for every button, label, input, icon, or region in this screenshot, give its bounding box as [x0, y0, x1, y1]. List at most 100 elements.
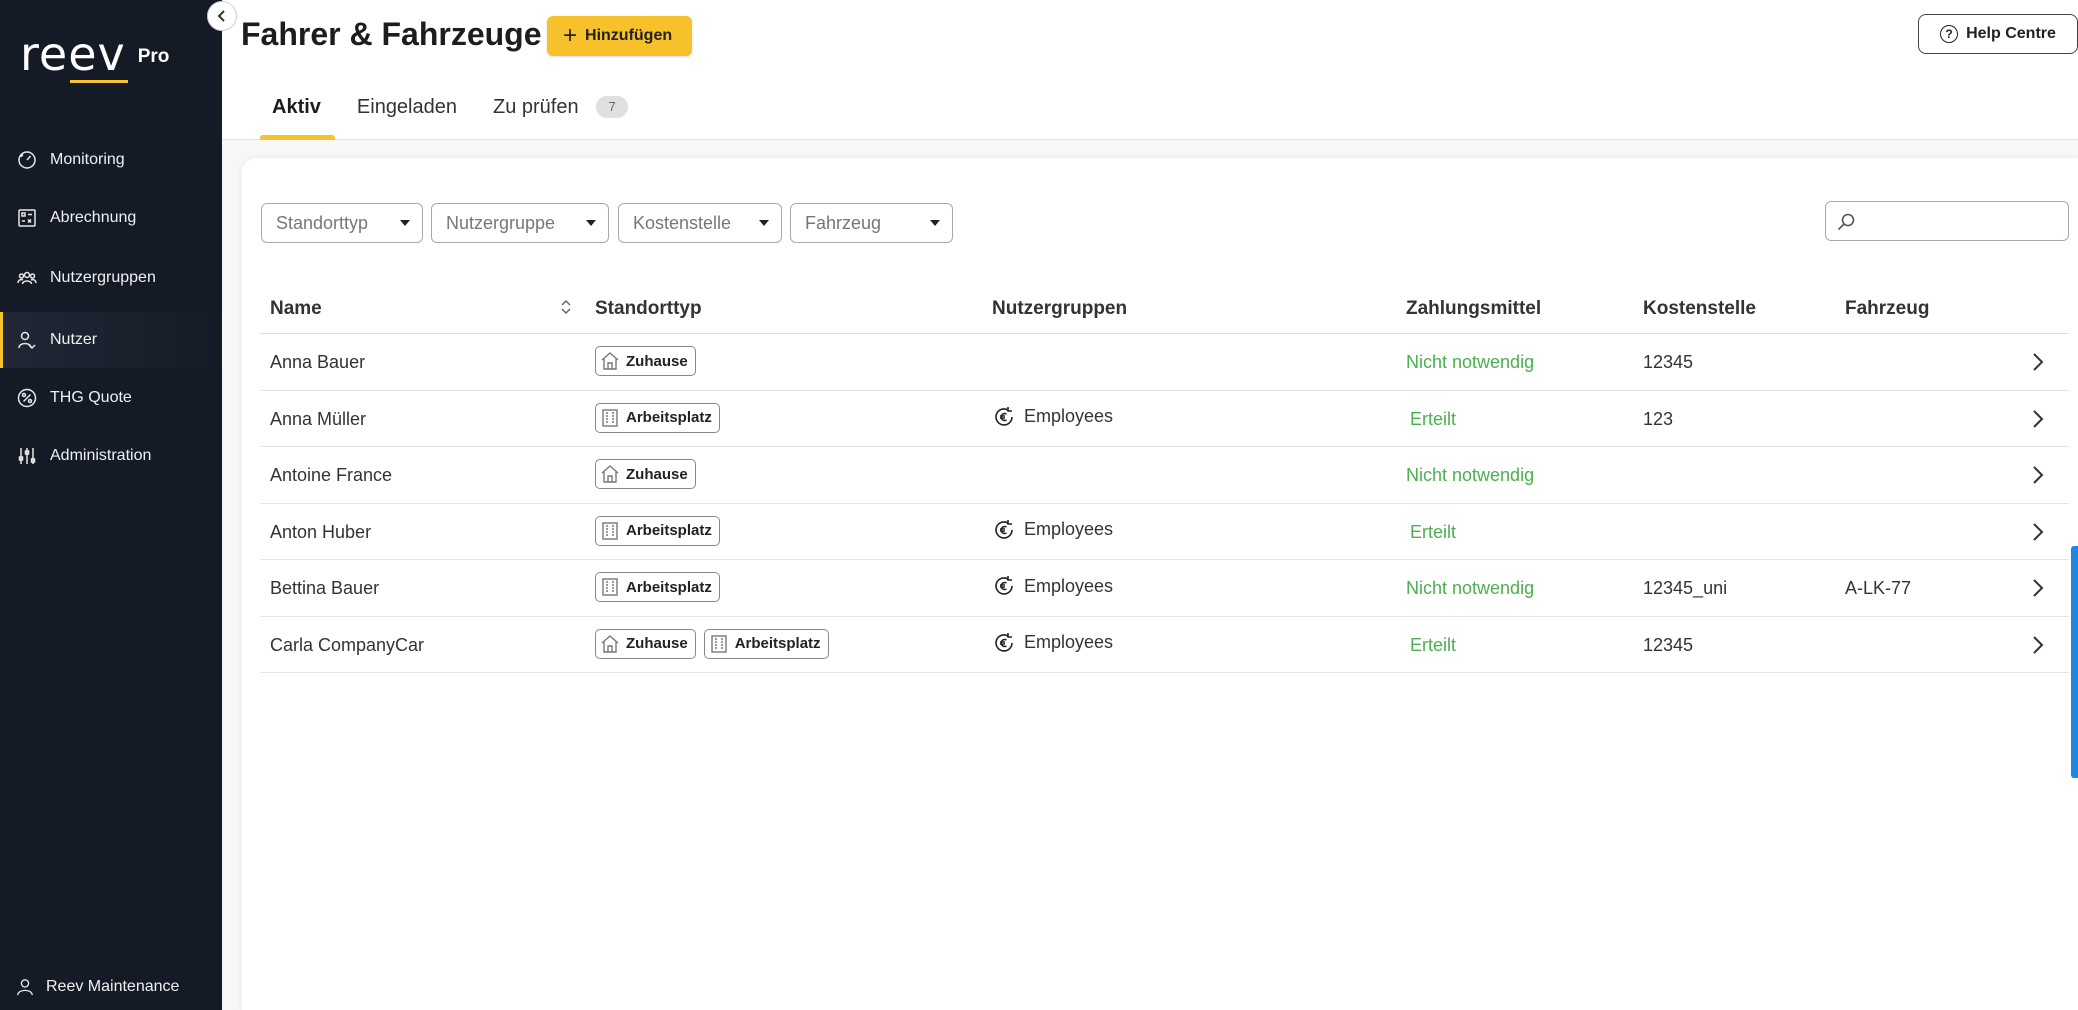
collapse-sidebar-button[interactable] [207, 1, 237, 31]
page-title: Fahrer & Fahrzeuge [241, 16, 542, 52]
user-groups-icon [16, 267, 38, 289]
sidebar-item-abrechnung[interactable]: Abrechnung [0, 190, 222, 246]
building-icon [602, 578, 618, 596]
home-icon [601, 352, 619, 370]
tab-zu-pruefen[interactable]: Zu prüfen 7 [493, 96, 629, 140]
group-label: Employees [1024, 575, 1114, 596]
user-group: Employees [992, 631, 1113, 655]
cell-cost-center: 12345 [1643, 352, 1694, 372]
cell-payment: Erteilt [1410, 634, 1457, 655]
sidebar-item-nutzer[interactable]: Nutzer [0, 312, 222, 368]
sidebar-item-thg-quote[interactable]: THG Quote [0, 370, 222, 426]
column-header-zahlungsmittel: Zahlungsmittel [1406, 298, 1542, 319]
chevron-left-icon [217, 10, 225, 22]
user-group: Employees [992, 518, 1113, 542]
location-chip: Arbeitsplatz [595, 572, 720, 602]
sidebar: reev Pro Monitoring Abrechnung Nutzergru… [0, 0, 222, 1010]
percent-icon [16, 387, 38, 409]
users-card: Standorttyp Nutzergruppe Kostenstelle Fa… [242, 158, 2078, 1010]
building-icon [602, 408, 618, 427]
chevron-right-icon[interactable] [2031, 578, 2045, 598]
euro-cycle-icon [995, 519, 1013, 539]
tab-label: Aktiv [272, 96, 321, 118]
location-chip: Zuhause [595, 459, 696, 489]
filter-label: Kostenstelle [633, 212, 732, 233]
tab-aktiv[interactable]: Aktiv [260, 96, 335, 140]
sidebar-item-nutzergruppen[interactable]: Nutzergruppen [0, 250, 222, 306]
count-badge: 7 [596, 96, 629, 118]
sidebar-item-administration[interactable]: Administration [0, 428, 222, 484]
location-chips: Zuhause [595, 346, 704, 376]
sidebar-item-label: Abrechnung [50, 209, 137, 226]
chip-label: Arbeitsplatz [626, 409, 712, 426]
scroll-indicator[interactable] [2071, 546, 2078, 778]
question-icon: ? [1940, 25, 1959, 43]
user-icon [16, 329, 38, 351]
chevron-right-icon[interactable] [2031, 465, 2045, 485]
users-table: Name Standorttyp Nutzergruppen Zahlungsm… [260, 284, 2069, 673]
billing-icon [16, 207, 38, 229]
user-group: Employees [992, 405, 1113, 429]
table-row[interactable]: Anna Bauer Zuhause Nicht notwendig 12345 [260, 334, 2069, 391]
location-chips: Zuhause Arbeitsplatz [595, 628, 837, 659]
column-header-fahrzeug: Fahrzeug [1845, 298, 1930, 319]
chevron-right-icon[interactable] [2031, 522, 2045, 542]
chevron-right-icon[interactable] [2031, 635, 2045, 655]
logo-pro-label: Pro [137, 46, 170, 67]
cell-name: Bettina Bauer [270, 578, 380, 598]
table-header: Name Standorttyp Nutzergruppen Zahlungsm… [260, 284, 2069, 334]
sidebar-item-label: THG Quote [50, 389, 132, 406]
filter-label: Nutzergruppe [446, 212, 556, 233]
column-header-name[interactable]: Name [270, 298, 322, 320]
filter-nutzergruppe[interactable]: Nutzergruppe [431, 203, 609, 243]
building-icon [710, 634, 727, 653]
group-label: Employees [1024, 519, 1114, 539]
table-row[interactable]: Carla CompanyCar Zuhause Arbeitsplatz Em… [260, 617, 2069, 673]
tab-bar: Aktiv Eingeladen Zu prüfen 7 [260, 96, 664, 140]
cell-payment: Nicht notwendig [1406, 578, 1535, 598]
sort-icon[interactable] [560, 298, 572, 316]
table-row[interactable]: Anna Müller Arbeitsplatz Employees Ertei… [260, 391, 2069, 447]
group-label: Employees [1024, 632, 1114, 652]
tab-eingeladen[interactable]: Eingeladen [357, 96, 457, 140]
add-button[interactable]: + Hinzufügen [547, 16, 693, 56]
cell-payment: Nicht notwendig [1406, 352, 1535, 372]
help-centre-label: Help Centre [1966, 25, 2056, 42]
filter-label: Standorttyp [276, 212, 369, 233]
euro-cycle-icon [995, 406, 1013, 426]
euro-cycle-icon [995, 576, 1013, 595]
caret-down-icon [586, 220, 596, 226]
cell-cost-center: 123 [1643, 408, 1674, 429]
filter-fahrzeug[interactable]: Fahrzeug [790, 203, 953, 243]
caret-down-icon [759, 220, 769, 226]
help-centre-button[interactable]: ? Help Centre [1918, 14, 2078, 54]
chip-label: Zuhause [626, 352, 688, 370]
filter-kostenstelle[interactable]: Kostenstelle [618, 203, 782, 243]
group-label: Employees [1024, 406, 1114, 426]
table-row[interactable]: Anton Huber Arbeitsplatz Employees Ertei… [260, 504, 2069, 560]
sidebar-item-label: Administration [50, 447, 152, 464]
filter-standorttyp[interactable]: Standorttyp [261, 203, 423, 243]
column-header-nutzergruppen: Nutzergruppen [992, 298, 1128, 319]
column-header-standorttyp: Standorttyp [595, 298, 702, 319]
location-chips: Arbeitsplatz [595, 402, 728, 433]
cell-cost-center: 12345_uni [1643, 578, 1728, 598]
chevron-right-icon[interactable] [2031, 409, 2045, 429]
sidebar-item-label: Nutzergruppen [50, 269, 156, 286]
search-input[interactable] [1862, 208, 2057, 234]
logo-underline [70, 80, 128, 83]
page-header: Fahrer & Fahrzeuge + Hinzufügen ? Help C… [222, 0, 2078, 140]
table-row[interactable]: Antoine France Zuhause Nicht notwendig [260, 447, 2069, 504]
cell-name: Anna Müller [270, 408, 367, 429]
sidebar-item-monitoring[interactable]: Monitoring [0, 132, 222, 188]
chip-label: Arbeitsplatz [734, 635, 821, 652]
location-chip: Arbeitsplatz [595, 402, 720, 433]
user-menu[interactable]: Reev Maintenance [16, 978, 179, 996]
add-button-label: Hinzufügen [585, 27, 673, 44]
table-row[interactable]: Bettina Bauer Arbeitsplatz Employees Nic… [260, 560, 2069, 617]
chevron-right-icon[interactable] [2031, 352, 2045, 372]
cell-name: Anna Bauer [270, 352, 366, 372]
reev-logo[interactable]: reev Pro [20, 28, 170, 83]
search-field[interactable] [1825, 201, 2069, 241]
location-chips: Arbeitsplatz [595, 572, 728, 602]
